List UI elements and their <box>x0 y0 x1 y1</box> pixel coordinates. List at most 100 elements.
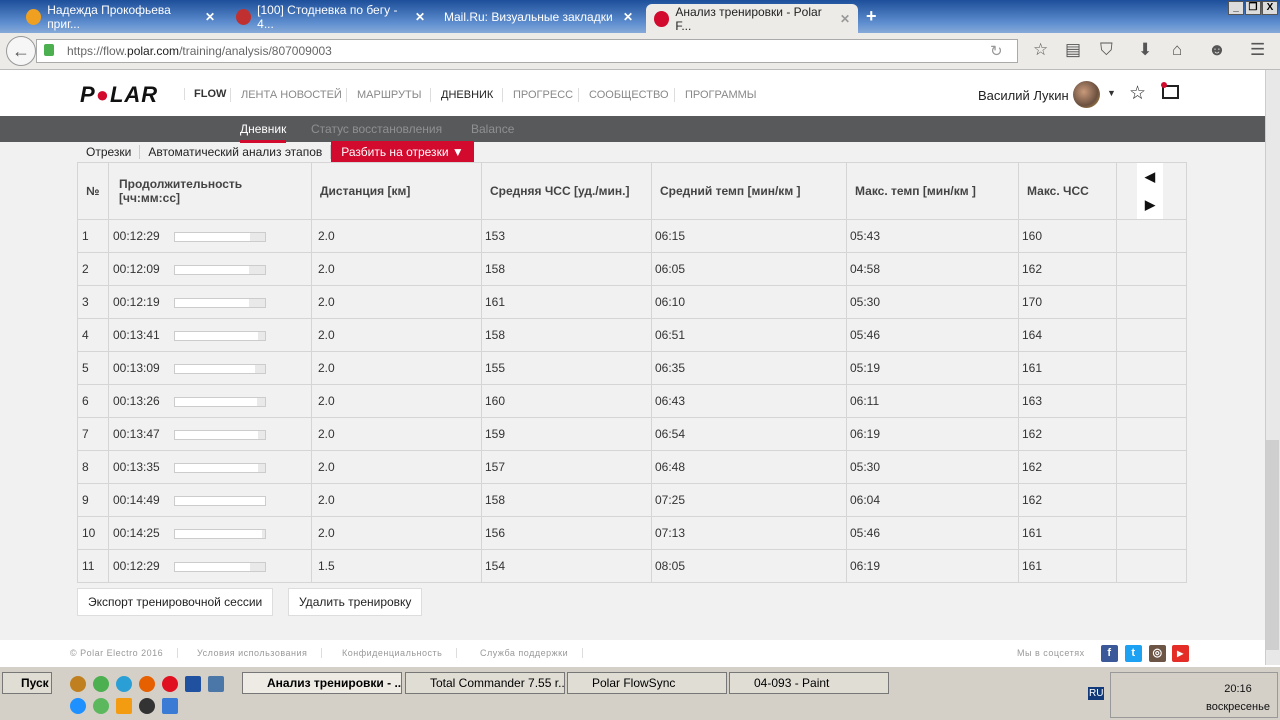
nav-item[interactable]: ПРОГРЕСС <box>502 88 573 102</box>
smiley-icon[interactable]: ☻ <box>1208 40 1226 60</box>
url-path: /training/analysis/807009003 <box>179 44 332 58</box>
firefox-icon[interactable] <box>139 676 155 692</box>
youtube-icon[interactable]: ▶ <box>1172 645 1189 662</box>
duration-text: 00:14:49 <box>113 493 160 507</box>
duration-bar <box>173 330 266 341</box>
quicklaunch-icon[interactable] <box>70 676 86 692</box>
close-tab-icon[interactable]: ✕ <box>840 12 850 26</box>
cell-distance: 1.5 <box>311 549 482 583</box>
subnav-balance[interactable]: Balance <box>471 122 514 136</box>
window-controls: _ ❐ X <box>1228 1 1278 15</box>
next-columns-button[interactable]: ▶ <box>1137 191 1163 219</box>
favorites-star-icon[interactable]: ☆ <box>1129 82 1146 105</box>
duration-bar <box>173 297 266 308</box>
duration-bar <box>173 429 266 440</box>
cell-empty <box>1116 417 1187 451</box>
facebook-icon[interactable]: f <box>1101 645 1118 662</box>
menu-icon[interactable]: ☰ <box>1250 40 1265 60</box>
cell-distance: 2.0 <box>311 417 482 451</box>
browser-tab[interactable]: Mail.Ru: Визуальные закладки ✕ <box>436 4 641 30</box>
terms-link[interactable]: Условия использования <box>197 648 323 658</box>
footer: © Polar Electro 2016 Условия использован… <box>0 640 1265 665</box>
col-avg-hr: Средняя ЧСС [уд./мин.] <box>481 162 652 220</box>
restore-button[interactable]: ❐ <box>1245 1 1261 15</box>
address-bar[interactable]: https://flow.polar.com/training/analysis… <box>36 39 1018 63</box>
opera-icon[interactable] <box>162 676 178 692</box>
nav-item[interactable]: ПРОГРАММЫ <box>674 88 757 102</box>
privacy-link[interactable]: Конфиденциальность <box>342 648 458 658</box>
tab-auto-analysis[interactable]: Автоматический анализ этапов <box>140 145 332 159</box>
browser-tab[interactable]: Надежда Прокофьева приг... ✕ <box>18 3 223 31</box>
new-tab-button[interactable]: + <box>866 6 877 27</box>
quicklaunch-icon[interactable] <box>93 698 109 714</box>
support-link[interactable]: Служба поддержки <box>480 648 584 658</box>
media-player-icon[interactable] <box>139 698 155 714</box>
quicklaunch-icon[interactable] <box>162 698 178 714</box>
tab-segments[interactable]: Отрезки <box>78 145 141 159</box>
subnav-diary[interactable]: Дневник <box>240 122 287 143</box>
duration-bar-fill <box>174 496 265 505</box>
cell-max-hr: 162 <box>1018 450 1117 484</box>
user-name[interactable]: Василий Лукин <box>978 88 1069 103</box>
start-button[interactable]: Пуск <box>2 672 52 694</box>
nav-item[interactable]: СООБЩЕСТВО <box>578 88 669 102</box>
browser-tab[interactable]: [100] Стодневка по бегу - 4... ✕ <box>228 3 433 31</box>
pocket-icon[interactable]: ⛉ <box>1100 40 1113 60</box>
instagram-icon[interactable]: ◎ <box>1149 645 1166 662</box>
nav-item[interactable]: ДНЕВНИК <box>430 88 493 102</box>
chrome-icon[interactable] <box>93 676 109 692</box>
quicklaunch-icon[interactable] <box>116 676 132 692</box>
user-menu-caret-icon[interactable]: ▼ <box>1107 88 1116 98</box>
subnav-recovery-status[interactable]: Статус восстановления <box>311 122 442 136</box>
cell-max-pace: 05:46 <box>846 318 1019 352</box>
close-tab-icon[interactable]: ✕ <box>415 10 425 24</box>
nav-item[interactable]: ЛЕНТА НОВОСТЕЙ <box>230 88 342 102</box>
close-tab-icon[interactable]: ✕ <box>623 10 633 24</box>
delete-training-button[interactable]: Удалить тренировку <box>288 588 423 616</box>
download-icon[interactable]: ⬇ <box>1138 40 1152 60</box>
task-firefox[interactable]: Анализ тренировки - ... <box>242 672 402 694</box>
cell-avg-pace: 06:35 <box>651 351 847 385</box>
site-header: P●LAR FLOW ЛЕНТА НОВОСТЕЙ МАРШРУТЫ ДНЕВНИК… <box>0 70 1265 116</box>
nav-item[interactable]: МАРШРУТЫ <box>346 88 421 102</box>
bookmark-star-icon[interactable]: ☆ <box>1033 40 1048 60</box>
twitter-icon[interactable]: t <box>1125 645 1142 662</box>
save-icon[interactable] <box>185 676 201 692</box>
task-polar-flowsync[interactable]: Polar FlowSync <box>567 672 727 694</box>
prev-columns-button[interactable]: ◀ <box>1137 163 1163 191</box>
cell-number: 10 <box>77 516 109 550</box>
ie-icon[interactable] <box>70 698 86 714</box>
reload-icon[interactable]: ↻ <box>990 42 1003 60</box>
odnoklassniki-icon[interactable] <box>116 698 132 714</box>
reading-list-icon[interactable]: ▤ <box>1065 40 1081 60</box>
duration-bar-fill <box>174 364 255 373</box>
scrollbar-thumb[interactable] <box>1266 440 1279 650</box>
back-button[interactable]: ← <box>6 36 36 66</box>
vk-icon[interactable] <box>208 676 224 692</box>
tab-title: Надежда Прокофьева приг... <box>47 3 171 31</box>
cell-distance: 2.0 <box>311 384 482 418</box>
favicon <box>26 9 42 25</box>
close-window-button[interactable]: X <box>1262 1 1278 15</box>
duration-text: 00:13:47 <box>113 427 160 441</box>
export-session-button[interactable]: Экспорт тренировочной сессии <box>77 588 274 616</box>
avatar[interactable] <box>1073 81 1100 108</box>
clock[interactable]: 20:16 воскресенье <box>1198 680 1278 716</box>
favicon <box>236 9 252 25</box>
browser-tab[interactable]: Анализ тренировки - Polar F... ✕ <box>646 4 858 33</box>
polar-logo[interactable]: P●LAR <box>80 82 158 108</box>
cell-avg-hr: 155 <box>481 351 652 385</box>
table-row: 7 00:13:47 2.0 159 06:54 06:19 162 <box>77 417 1187 451</box>
split-segments-button[interactable]: Разбить на отрезки ▼ <box>331 141 474 163</box>
minimize-button[interactable]: _ <box>1228 1 1244 15</box>
language-indicator[interactable]: RU <box>1088 687 1105 700</box>
home-icon[interactable]: ⌂ <box>1172 40 1182 60</box>
cell-avg-hr: 156 <box>481 516 652 550</box>
duration-bar <box>173 396 266 407</box>
task-total-commander[interactable]: Total Commander 7.55 r... <box>405 672 565 694</box>
table-row: 9 00:14:49 2.0 158 07:25 06:04 162 <box>77 483 1187 517</box>
close-tab-icon[interactable]: ✕ <box>205 10 215 24</box>
task-paint[interactable]: 04-093 - Paint <box>729 672 889 694</box>
duration-bar-fill <box>174 397 257 406</box>
clock-day: воскресенье <box>1206 701 1270 713</box>
